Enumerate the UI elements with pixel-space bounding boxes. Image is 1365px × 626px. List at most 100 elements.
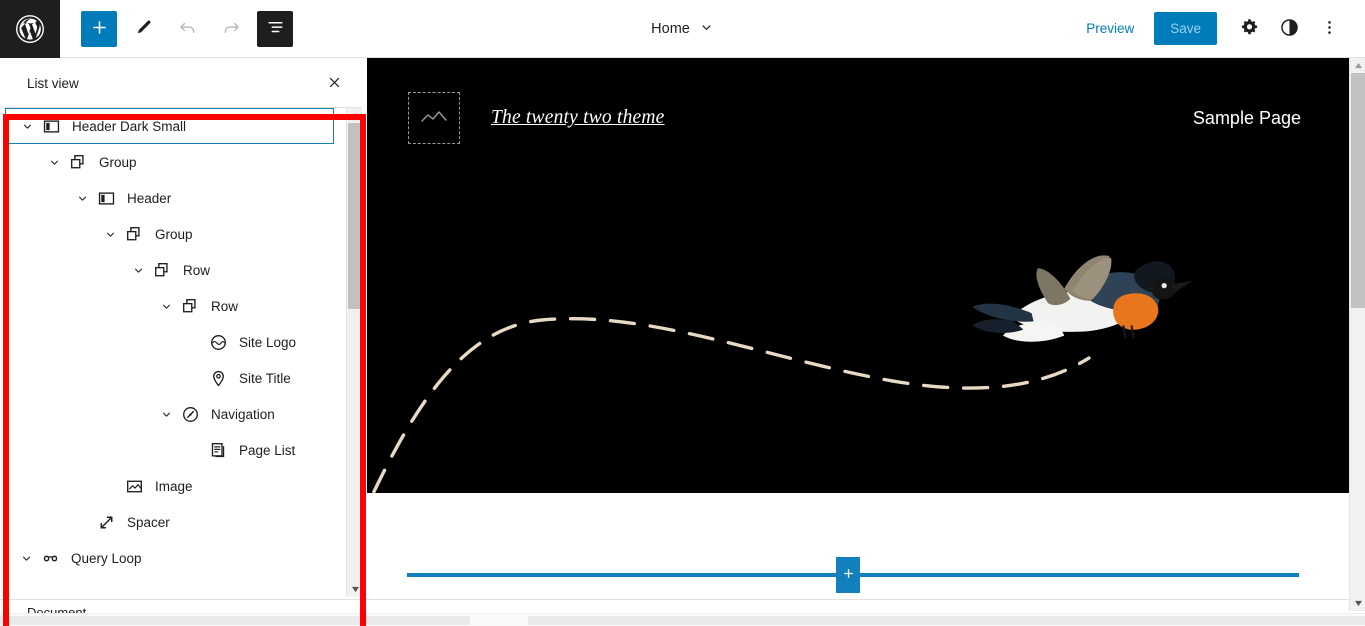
- toolbar-right-actions: Preview Save: [1074, 11, 1365, 47]
- navigation-compass-icon: [178, 402, 202, 426]
- block-appender-area: [367, 493, 1349, 599]
- block-tree-item-label: Group: [155, 226, 193, 242]
- block-tree-item[interactable]: Row: [5, 288, 341, 324]
- group-icon: [66, 150, 90, 174]
- add-block-button[interactable]: [81, 10, 117, 47]
- expand-collapse-chevron-icon[interactable]: [154, 294, 178, 318]
- block-tree-item-label: Header: [127, 190, 172, 206]
- document-name-label: Home: [651, 21, 690, 37]
- block-tree-item[interactable]: Navigation: [5, 396, 341, 432]
- block-tree-item-label: Header Dark Small: [72, 118, 187, 134]
- expand-collapse-chevron-icon[interactable]: [126, 258, 150, 282]
- settings-button[interactable]: [1231, 11, 1267, 47]
- block-tree-item[interactable]: Row: [5, 252, 341, 288]
- toolbar-left-actions: [60, 10, 293, 47]
- expand-collapse-chevron-icon[interactable]: [15, 114, 39, 138]
- list-view-toggle-button[interactable]: [257, 10, 293, 47]
- chevron-down-icon: [699, 20, 714, 39]
- undo-button[interactable]: [169, 11, 205, 47]
- template-part-icon: [94, 186, 118, 210]
- list-view-icon: [266, 18, 285, 40]
- page-list-icon: [206, 438, 230, 462]
- scroll-down-arrow-icon[interactable]: [347, 582, 362, 597]
- block-tree-item[interactable]: Group: [5, 216, 341, 252]
- map-pin-icon: [206, 366, 230, 390]
- group-icon: [122, 222, 146, 246]
- list-view-title: List view: [27, 76, 79, 91]
- nav-page-link[interactable]: Sample Page: [1193, 108, 1301, 129]
- scroll-up-arrow-icon[interactable]: [347, 108, 362, 123]
- block-tree-item[interactable]: Group: [5, 144, 341, 180]
- site-logo-placeholder[interactable]: [408, 92, 460, 144]
- expand-collapse-chevron-icon[interactable]: [98, 222, 122, 246]
- horizontal-scroll-thumb-left[interactable]: [0, 616, 470, 625]
- block-tree-item[interactable]: Page List: [5, 432, 341, 468]
- hero-section: The twenty two theme Sample Page: [367, 58, 1349, 493]
- block-tree-item[interactable]: Header Dark Small: [5, 108, 334, 144]
- expand-collapse-chevron-icon[interactable]: [14, 546, 38, 570]
- gear-icon: [1239, 17, 1260, 41]
- block-tree-item-label: Query Loop: [71, 550, 142, 566]
- plus-icon: [90, 18, 109, 40]
- wordpress-logo-button[interactable]: [0, 0, 60, 58]
- block-tree-item-label: Site Title: [239, 370, 291, 386]
- preview-button[interactable]: Preview: [1074, 13, 1146, 44]
- block-tree-item-label: Group: [99, 154, 137, 170]
- block-tree-item[interactable]: Image: [5, 468, 341, 504]
- close-list-view-button[interactable]: [318, 68, 350, 100]
- redo-button[interactable]: [213, 11, 249, 47]
- expand-collapse-chevron-icon[interactable]: [42, 150, 66, 174]
- undo-arrow-icon: [177, 17, 198, 41]
- list-view-scroll-thumb[interactable]: [348, 123, 362, 309]
- block-tree-item[interactable]: Site Title: [5, 360, 341, 396]
- block-tree-item-label: Spacer: [127, 514, 170, 530]
- site-header-preview: The twenty two theme Sample Page: [367, 58, 1349, 178]
- page-scroll-up-arrow-icon[interactable]: [1350, 58, 1365, 73]
- more-options-button[interactable]: [1311, 11, 1347, 47]
- tools-edit-button[interactable]: [125, 11, 161, 47]
- block-tree-item[interactable]: Query Loop: [5, 540, 341, 576]
- block-tree-item-label: Page List: [239, 442, 296, 458]
- styles-button[interactable]: [1271, 11, 1307, 47]
- block-tree: Header Dark Small Group Header Group Row Row S…: [5, 108, 341, 576]
- save-button[interactable]: Save: [1154, 12, 1217, 45]
- pencil-edit-icon: [133, 17, 154, 41]
- image-icon: [122, 474, 146, 498]
- expand-collapse-chevron-icon[interactable]: [154, 402, 178, 426]
- page-scroll-down-arrow-icon[interactable]: [1350, 596, 1365, 611]
- site-editor-window: Home Preview Save The twenty two theme S…: [0, 0, 1365, 626]
- insert-block-button[interactable]: [836, 557, 860, 593]
- editor-top-toolbar: Home Preview Save: [0, 0, 1365, 58]
- three-dots-vertical-icon: [1320, 18, 1339, 40]
- template-part-icon: [39, 114, 63, 138]
- redo-arrow-icon: [221, 17, 242, 41]
- block-tree-item[interactable]: Header: [5, 180, 341, 216]
- query-loop-icon: [38, 546, 62, 570]
- row-icon: [150, 258, 174, 282]
- spacer-diagonal-arrow-icon: [94, 510, 118, 534]
- block-tree-item-label: Navigation: [211, 406, 275, 422]
- editor-canvas[interactable]: The twenty two theme Sample Page: [367, 58, 1349, 599]
- block-tree-item-label: Image: [155, 478, 193, 494]
- list-view-body[interactable]: Header Dark Small Group Header Group Row Row S…: [5, 108, 362, 597]
- page-vertical-scrollbar[interactable]: [1349, 58, 1365, 611]
- page-scroll-thumb[interactable]: [1351, 73, 1365, 308]
- close-x-icon: [327, 75, 342, 93]
- block-tree-item-label: Row: [183, 262, 211, 278]
- contrast-half-circle-icon: [1279, 17, 1300, 41]
- row-icon: [178, 294, 202, 318]
- document-switcher-button[interactable]: Home: [641, 14, 724, 45]
- list-view-scrollbar[interactable]: [346, 108, 362, 597]
- block-tree-item-label: Row: [211, 298, 239, 314]
- expand-collapse-chevron-icon[interactable]: [70, 186, 94, 210]
- list-view-header: List view: [5, 60, 362, 108]
- block-tree-item[interactable]: Site Logo: [5, 324, 341, 360]
- editor-body: The twenty two theme Sample Page Documen…: [0, 58, 1365, 626]
- block-tree-item[interactable]: Spacer: [5, 504, 341, 540]
- block-tree-item-label: Site Logo: [239, 334, 297, 350]
- horizontal-scroll-thumb-right[interactable]: [528, 616, 1365, 625]
- list-view-panel: List view Header Dark Small Group Header Gr…: [5, 60, 362, 597]
- site-title-preview[interactable]: The twenty two theme: [491, 107, 665, 129]
- site-logo-icon: [206, 330, 230, 354]
- page-horizontal-scrollbar[interactable]: [0, 613, 1365, 626]
